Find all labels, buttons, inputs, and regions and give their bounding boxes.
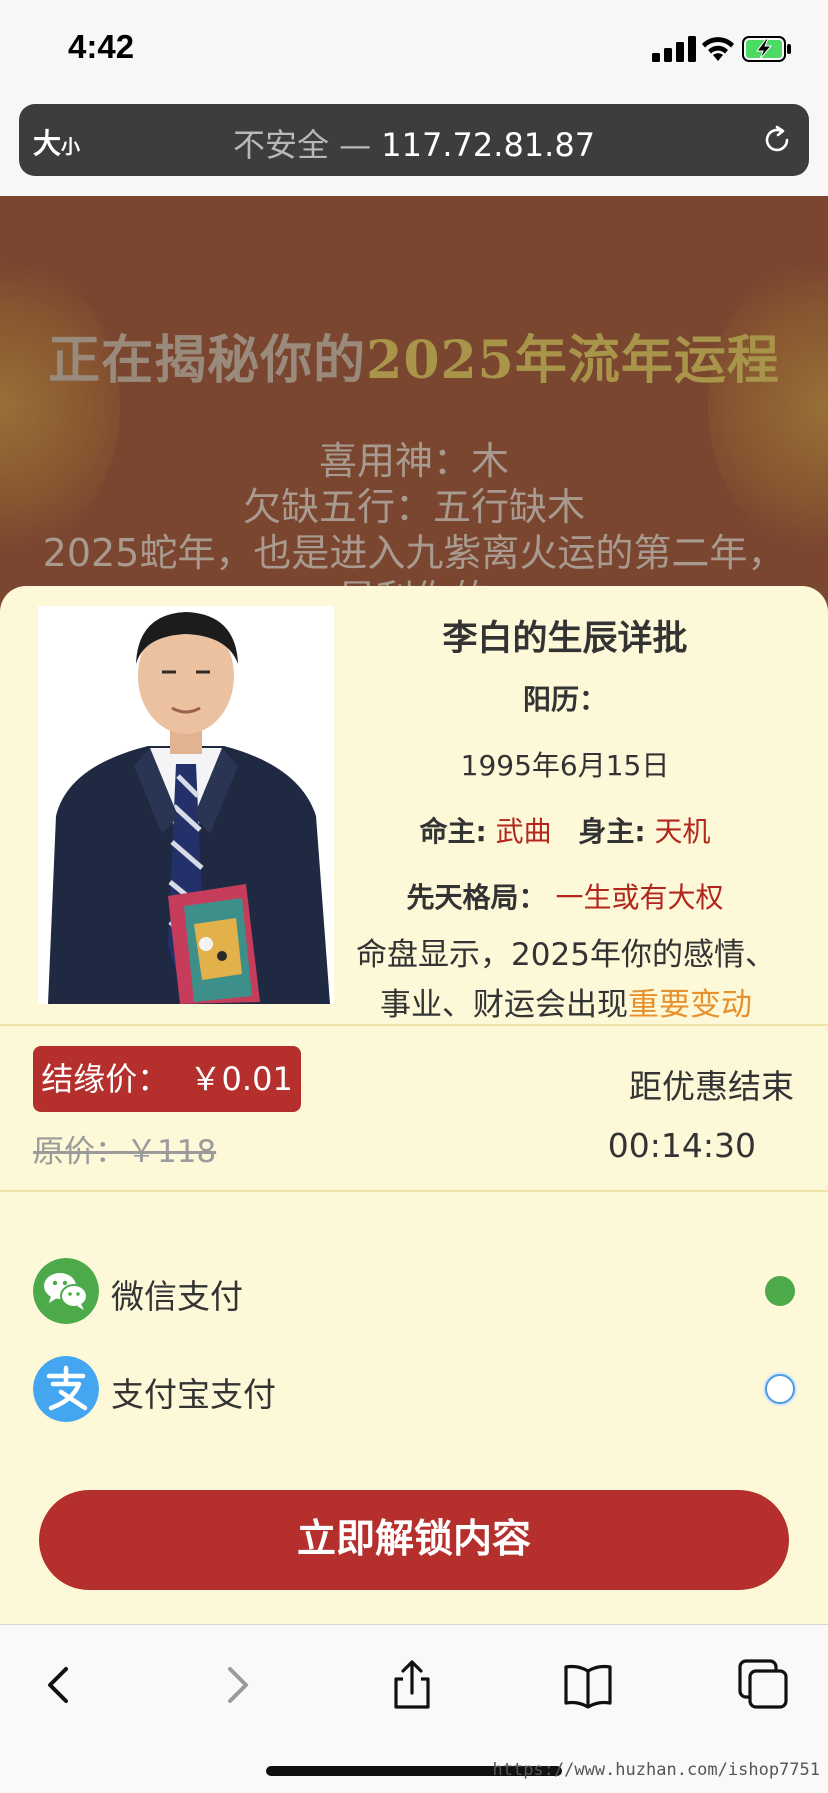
alipay-radio[interactable] — [765, 1374, 795, 1404]
forward-icon[interactable] — [208, 1657, 264, 1713]
shen-label: 身主: — [578, 815, 646, 848]
wifi-icon — [702, 37, 734, 61]
wechat-pay-radio[interactable] — [765, 1276, 795, 1306]
pattern-value: 一生或有大权 — [555, 881, 724, 914]
solar-calendar-label: 阳历： — [340, 678, 790, 718]
watermark-text: https://www.huzhan.com/ishop7751 — [492, 1760, 820, 1780]
divider-top — [0, 1024, 828, 1026]
solar-date: 1995年6月15日 — [460, 749, 670, 782]
status-time: 4:42 — [68, 28, 135, 65]
ming-value: 武曲 — [495, 815, 552, 848]
pattern-label: 先天格局： — [406, 881, 547, 914]
alipay-option[interactable]: 支付宝支付 — [33, 1356, 795, 1422]
countdown-label: 距优惠结束 — [629, 1067, 794, 1106]
hero-title-main: 正在揭秘你的 — [48, 330, 367, 391]
address-bar[interactable]: 大小 不安全 — 117.72.81.87 — [19, 104, 809, 176]
reload-icon[interactable] — [761, 124, 793, 156]
browser-address-area: 大小 不安全 — 117.72.81.87 — [0, 100, 828, 196]
divider-bottom — [0, 1190, 828, 1192]
innate-pattern-line: 先天格局： 一生或有大权 — [340, 876, 790, 916]
hero-banner: 正在揭秘你的2025年流年运程 喜用神：木 欠缺五行：五行缺木 2025蛇年，也… — [0, 196, 828, 616]
alipay-icon — [33, 1356, 99, 1422]
chart-summary: 命盘显示，2025年你的感情、事业、财运会出现重要变动 — [346, 930, 786, 1030]
unlock-content-button[interactable]: 立即解锁内容 — [39, 1490, 789, 1590]
status-bar: 4:42 — [0, 0, 828, 100]
url-display[interactable]: 不安全 — 117.72.81.87 — [19, 120, 809, 166]
solar-label-text: 阳历： — [522, 683, 607, 716]
price-label: 结缘价： — [41, 1060, 170, 1098]
shen-value: 天机 — [654, 815, 711, 848]
countdown-timer: 00:14:30 — [607, 1126, 756, 1165]
original-price-value: ￥118 — [126, 1134, 217, 1170]
ming-shen-line: 命主: 武曲 身主: 天机 — [340, 810, 790, 850]
share-icon[interactable] — [384, 1657, 440, 1713]
wechat-icon — [33, 1258, 99, 1324]
discount-price-badge: 结缘价： ￥0.01 — [33, 1046, 301, 1112]
price-value: ￥0.01 — [189, 1060, 293, 1098]
alipay-label: 支付宝支付 — [111, 1375, 276, 1414]
cellular-signal-icon — [652, 36, 696, 62]
hero-title: 正在揭秘你的2025年流年运程 — [0, 318, 828, 393]
url-address: 117.72.81.87 — [381, 126, 596, 164]
ming-label: 命主: — [419, 815, 487, 848]
original-price: 原价：￥118 — [33, 1126, 216, 1171]
bookmarks-icon[interactable] — [560, 1657, 616, 1713]
wechat-pay-label: 微信支付 — [111, 1277, 243, 1316]
back-icon[interactable] — [32, 1657, 88, 1713]
insecure-label: 不安全 — — [232, 126, 372, 164]
payment-sheet: 李白的生辰详批 阳历： 1995年6月15日 命主: 武曲 身主: 天机 先天格… — [0, 586, 828, 1626]
hero-title-highlight: 2025年流年运程 — [366, 330, 780, 391]
master-portrait — [38, 606, 334, 1004]
tabs-icon[interactable] — [736, 1657, 792, 1713]
summary-highlight: 重要变动 — [628, 987, 752, 1023]
wechat-pay-option[interactable]: 微信支付 — [33, 1258, 795, 1324]
battery-charging-icon — [742, 36, 791, 62]
detail-title: 李白的生辰详批 — [442, 619, 688, 659]
original-price-label: 原价： — [33, 1134, 126, 1170]
